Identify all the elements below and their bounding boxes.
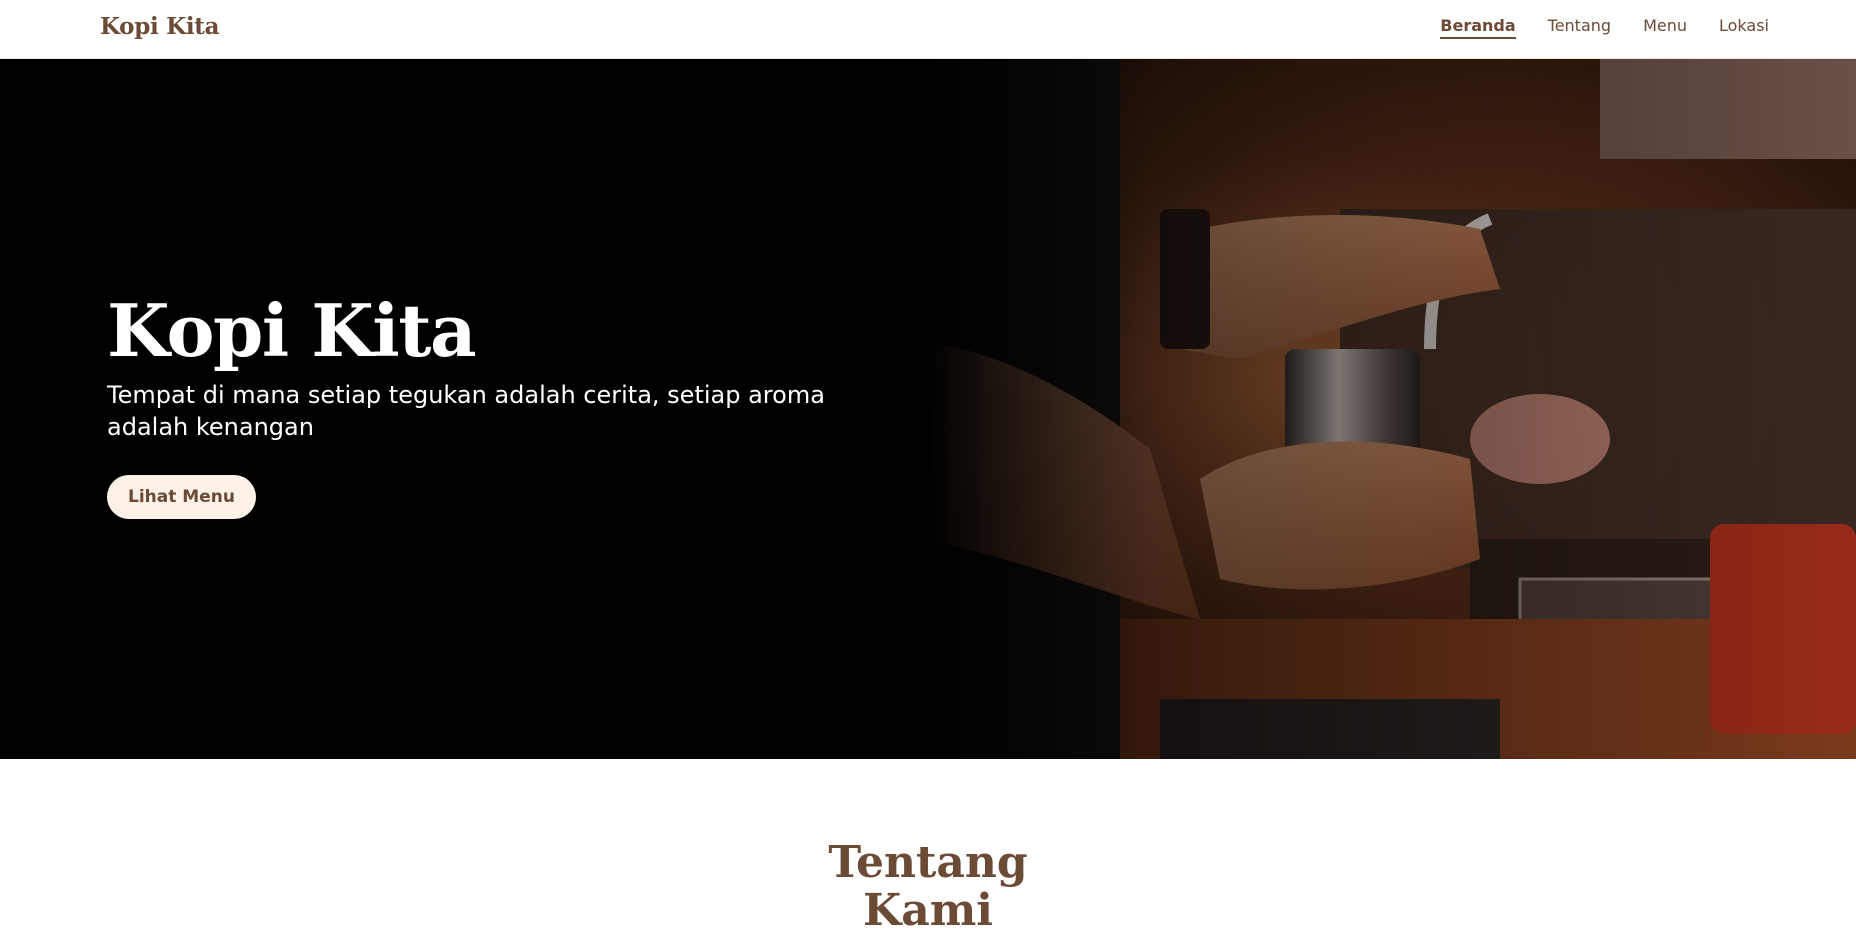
nav-links: Beranda Tentang Menu Lokasi xyxy=(1440,16,1769,39)
nav-item-tentang: Tentang xyxy=(1548,16,1611,35)
about-section: Tentang Kami xyxy=(0,759,1856,941)
hero-content: Kopi Kita Tempat di mana setiap tegukan … xyxy=(107,291,887,519)
nav-link-menu[interactable]: Menu xyxy=(1643,16,1687,37)
hero-section: Kopi Kita Tempat di mana setiap tegukan … xyxy=(0,59,1856,759)
nav-link-beranda[interactable]: Beranda xyxy=(1440,16,1516,39)
nav-link-lokasi[interactable]: Lokasi xyxy=(1719,16,1769,37)
nav-item-menu: Menu xyxy=(1643,16,1687,35)
hero-title: Kopi Kita xyxy=(107,288,477,373)
view-menu-button[interactable]: Lihat Menu xyxy=(107,475,256,519)
nav-item-beranda: Beranda xyxy=(1440,16,1516,39)
about-heading: Tentang Kami xyxy=(828,837,1028,936)
top-navbar: Kopi Kita Beranda Tentang Menu Lokasi xyxy=(0,0,1856,59)
nav-link-tentang[interactable]: Tentang xyxy=(1548,16,1611,37)
hero-tagline: Tempat di mana setiap tegukan adalah cer… xyxy=(107,381,825,441)
brand-logo-link[interactable]: Kopi Kita xyxy=(100,13,220,40)
nav-item-lokasi: Lokasi xyxy=(1719,16,1769,35)
